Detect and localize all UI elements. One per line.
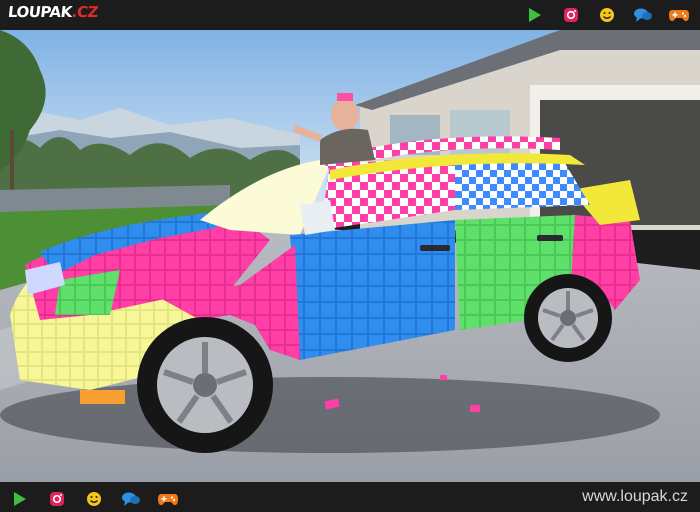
front-wheel bbox=[137, 317, 273, 453]
play-icon[interactable] bbox=[9, 489, 31, 509]
rear-wheel bbox=[524, 274, 612, 362]
bottom-bar: www.loupak.cz bbox=[0, 482, 700, 512]
top-bar: LOUPAK.CZ bbox=[0, 0, 700, 30]
logo-domain: .CZ bbox=[70, 3, 99, 21]
play-icon[interactable] bbox=[524, 5, 546, 25]
photo bbox=[0, 30, 700, 482]
smiley-icon[interactable] bbox=[83, 489, 105, 509]
bottom-icon-group bbox=[9, 489, 179, 509]
logo-text: LOUPAK bbox=[7, 3, 73, 21]
site-logo[interactable]: LOUPAK.CZ bbox=[7, 3, 99, 21]
gamepad-icon[interactable] bbox=[668, 5, 690, 25]
instagram-icon[interactable] bbox=[560, 5, 582, 25]
site-url[interactable]: www.loupak.cz bbox=[582, 488, 688, 506]
top-icon-group bbox=[524, 5, 690, 25]
instagram-icon[interactable] bbox=[46, 489, 68, 509]
chat-icon[interactable] bbox=[120, 489, 142, 509]
car-photo bbox=[0, 30, 700, 482]
chat-icon[interactable] bbox=[632, 5, 654, 25]
smiley-icon[interactable] bbox=[596, 5, 618, 25]
gamepad-icon[interactable] bbox=[157, 489, 179, 509]
